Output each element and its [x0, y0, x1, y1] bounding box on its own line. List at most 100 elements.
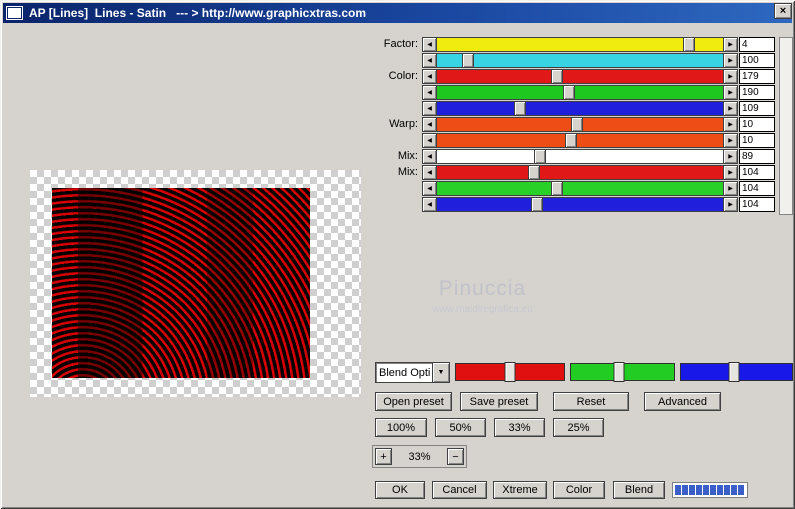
slider-decrement-icon[interactable]: ◀	[422, 181, 437, 196]
slider-increment-icon[interactable]: ▶	[723, 85, 738, 100]
preview-image[interactable]	[52, 188, 310, 378]
zoom-50-button[interactable]: 50%	[435, 418, 486, 437]
slider-increment-icon[interactable]: ▶	[723, 37, 738, 52]
slider-track[interactable]	[437, 69, 723, 84]
param-slider[interactable]: ◀ ▶	[422, 85, 738, 100]
slider-thumb[interactable]	[531, 197, 544, 212]
param-value[interactable]: 100	[739, 53, 775, 68]
param-slider[interactable]: ◀ ▶	[422, 101, 738, 116]
slider-decrement-icon[interactable]: ◀	[422, 37, 437, 52]
slider-track[interactable]	[437, 165, 723, 180]
slider-thumb[interactable]	[551, 69, 564, 84]
slider-increment-icon[interactable]: ▶	[723, 181, 738, 196]
param-value[interactable]: 104	[739, 181, 775, 196]
slider-thumb[interactable]	[513, 101, 526, 116]
slider-track[interactable]	[437, 101, 723, 116]
window-title: AP [Lines] Lines - Satin --- > http://ww…	[29, 6, 367, 20]
slider-increment-icon[interactable]: ▶	[723, 117, 738, 132]
slider-thumb[interactable]	[528, 165, 541, 180]
red-channel-thumb[interactable]	[504, 362, 516, 382]
plugin-dialog: AP [Lines] Lines - Satin --- > http://ww…	[0, 0, 795, 509]
param-row: ◀ ▶ 10	[0, 133, 795, 148]
slider-increment-icon[interactable]: ▶	[723, 101, 738, 116]
slider-decrement-icon[interactable]: ◀	[422, 149, 437, 164]
param-slider[interactable]: ◀ ▶	[422, 181, 738, 196]
blue-channel-slider[interactable]	[680, 362, 793, 382]
slider-decrement-icon[interactable]: ◀	[422, 85, 437, 100]
slider-thumb[interactable]	[682, 37, 695, 52]
param-value[interactable]: 109	[739, 101, 775, 116]
slider-increment-icon[interactable]: ▶	[723, 197, 738, 212]
param-slider[interactable]: ◀ ▶	[422, 133, 738, 148]
slider-thumb[interactable]	[562, 85, 575, 100]
slider-track[interactable]	[437, 53, 723, 68]
progress-segment	[675, 485, 681, 495]
title-bar[interactable]: AP [Lines] Lines - Satin --- > http://ww…	[3, 3, 792, 23]
param-value[interactable]: 190	[739, 85, 775, 100]
slider-thumb[interactable]	[571, 117, 584, 132]
zoom-plus-button[interactable]: +	[375, 448, 392, 465]
param-value[interactable]: 179	[739, 69, 775, 84]
slider-decrement-icon[interactable]: ◀	[422, 53, 437, 68]
slider-increment-icon[interactable]: ▶	[723, 53, 738, 68]
param-slider[interactable]: ◀ ▶	[422, 53, 738, 68]
slider-track[interactable]	[437, 181, 723, 196]
zoom-minus-button[interactable]: −	[447, 448, 464, 465]
cancel-button[interactable]: Cancel	[432, 481, 487, 499]
param-slider[interactable]: ◀ ▶	[422, 37, 738, 52]
slider-decrement-icon[interactable]: ◀	[422, 117, 437, 132]
progress-segment	[682, 485, 688, 495]
slider-decrement-icon[interactable]: ◀	[422, 165, 437, 180]
slider-thumb[interactable]	[551, 181, 564, 196]
slider-increment-icon[interactable]: ▶	[723, 133, 738, 148]
slider-decrement-icon[interactable]: ◀	[422, 133, 437, 148]
slider-thumb[interactable]	[565, 133, 578, 148]
zoom-100-button[interactable]: 100%	[375, 418, 427, 437]
xtreme-button[interactable]: Xtreme	[493, 481, 547, 499]
slider-thumb[interactable]	[462, 53, 475, 68]
advanced-button[interactable]: Advanced	[644, 392, 721, 411]
param-value[interactable]: 10	[739, 117, 775, 132]
ok-button[interactable]: OK	[375, 481, 425, 499]
param-slider[interactable]: ◀ ▶	[422, 117, 738, 132]
color-button[interactable]: Color	[553, 481, 605, 499]
blend-button[interactable]: Blend	[613, 481, 665, 499]
slider-decrement-icon[interactable]: ◀	[422, 69, 437, 84]
param-value[interactable]: 10	[739, 133, 775, 148]
zoom-25-button[interactable]: 25%	[553, 418, 604, 437]
progress-segment	[738, 485, 744, 495]
param-value[interactable]: 104	[739, 197, 775, 212]
param-slider[interactable]: ◀ ▶	[422, 69, 738, 84]
slider-track[interactable]	[437, 37, 723, 52]
slider-decrement-icon[interactable]: ◀	[422, 197, 437, 212]
watermark-url: www.maidiregrafica.eu	[432, 304, 533, 315]
slider-increment-icon[interactable]: ▶	[723, 165, 738, 180]
param-slider[interactable]: ◀ ▶	[422, 197, 738, 212]
green-channel-slider[interactable]	[570, 362, 675, 382]
save-preset-button[interactable]: Save preset	[460, 392, 538, 411]
slider-thumb[interactable]	[533, 149, 546, 164]
param-value[interactable]: 4	[739, 37, 775, 52]
blend-options-dropdown[interactable]: Blend Opti ▼	[375, 362, 450, 383]
zoom-33-button[interactable]: 33%	[494, 418, 545, 437]
slider-increment-icon[interactable]: ▶	[723, 149, 738, 164]
close-button[interactable]: ×	[774, 3, 792, 19]
param-slider[interactable]: ◀ ▶	[422, 149, 738, 164]
vertical-scrollbar[interactable]	[779, 37, 793, 215]
red-channel-slider[interactable]	[455, 362, 565, 382]
param-value[interactable]: 89	[739, 149, 775, 164]
slider-decrement-icon[interactable]: ◀	[422, 101, 437, 116]
slider-track[interactable]	[437, 117, 723, 132]
slider-increment-icon[interactable]: ▶	[723, 69, 738, 84]
slider-track[interactable]	[437, 133, 723, 148]
slider-track[interactable]	[437, 149, 723, 164]
slider-track[interactable]	[437, 85, 723, 100]
blue-channel-thumb[interactable]	[728, 362, 740, 382]
param-slider[interactable]: ◀ ▶	[422, 165, 738, 180]
chevron-down-icon[interactable]: ▼	[432, 363, 449, 382]
green-channel-thumb[interactable]	[613, 362, 625, 382]
open-preset-button[interactable]: Open preset	[375, 392, 452, 411]
reset-button[interactable]: Reset	[553, 392, 629, 411]
slider-track[interactable]	[437, 197, 723, 212]
param-value[interactable]: 104	[739, 165, 775, 180]
